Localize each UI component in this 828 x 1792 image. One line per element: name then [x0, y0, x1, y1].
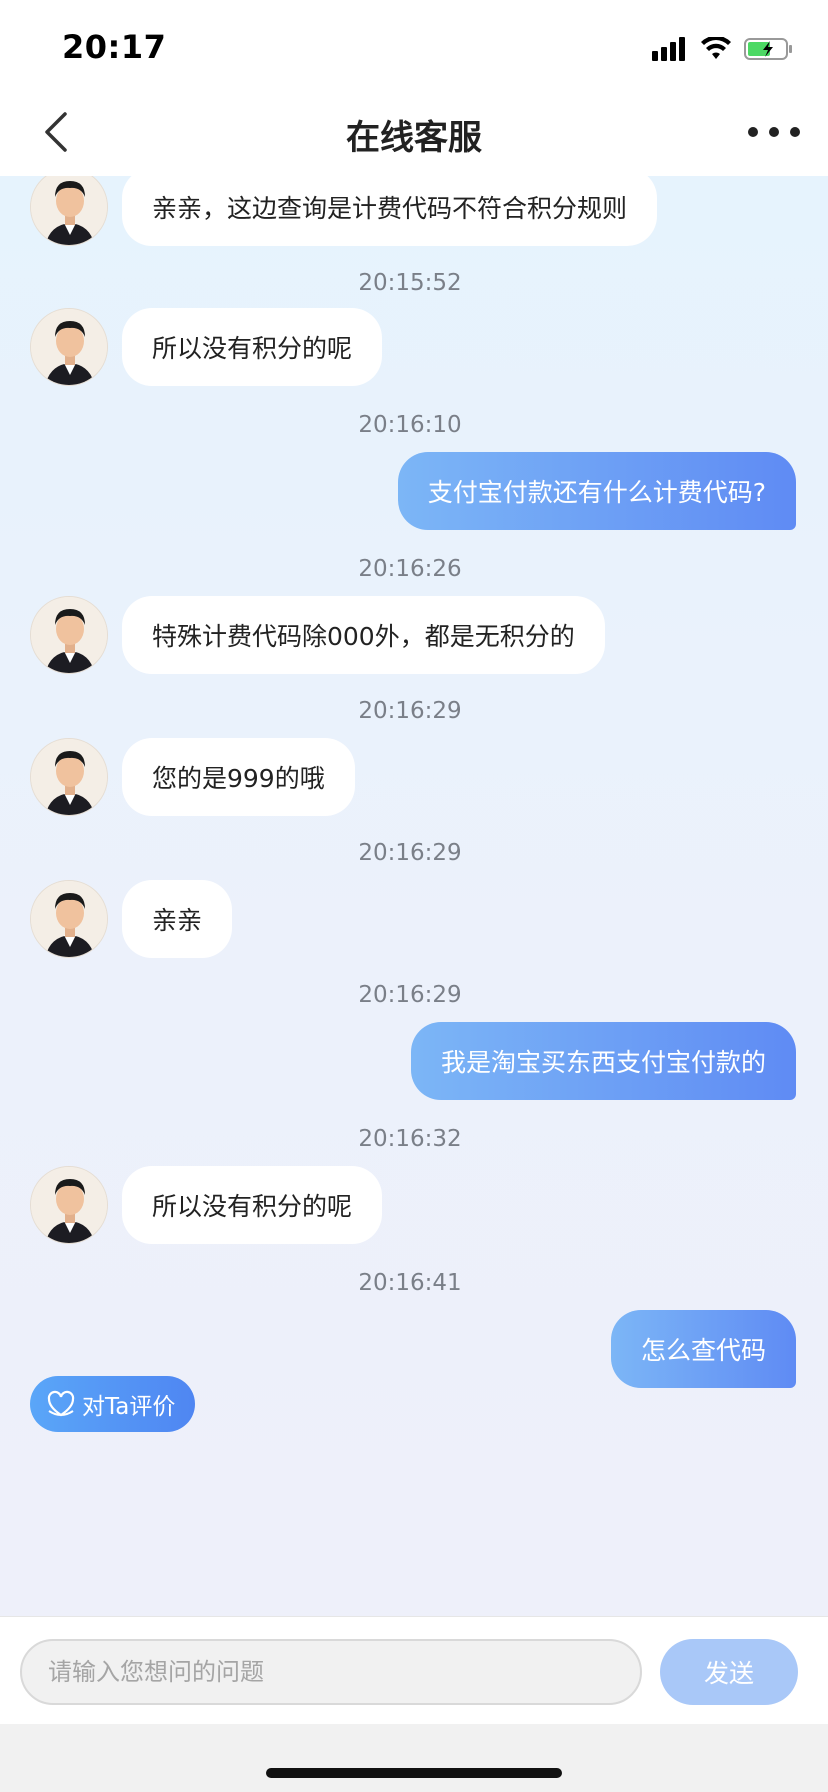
agent-message-bubble[interactable]: 亲亲: [122, 880, 233, 958]
message-timestamp: 20:16:32: [358, 1126, 462, 1152]
more-dot: [790, 127, 800, 137]
signal-icon: [652, 37, 685, 61]
send-button[interactable]: 发送: [660, 1639, 798, 1705]
message-timestamp: 20:16:41: [358, 1270, 462, 1296]
user-message-bubble[interactable]: 怎么查代码: [610, 1310, 796, 1388]
more-dot: [769, 127, 779, 137]
status-time: 20:17: [62, 28, 167, 66]
status-bar: 20:17: [0, 0, 828, 88]
agent-avatar[interactable]: [30, 596, 108, 674]
input-bar: 发送: [0, 1616, 828, 1724]
agent-avatar[interactable]: [30, 176, 108, 246]
message-input[interactable]: [20, 1639, 642, 1705]
status-icons: [652, 34, 794, 64]
rate-agent-label: 对Ta评价: [82, 1394, 176, 1420]
agent-avatar[interactable]: [30, 738, 108, 816]
agent-message-bubble[interactable]: 所以没有积分的呢: [122, 1166, 383, 1244]
message-timestamp: 20:16:29: [358, 840, 462, 866]
more-dots-icon: [748, 127, 758, 137]
user-message-bubble[interactable]: 我是淘宝买东西支付宝付款的: [410, 1022, 796, 1100]
heart-shield-icon: [47, 1390, 75, 1417]
battery-charging-icon: [744, 38, 792, 60]
message-timestamp: 20:16:10: [358, 412, 462, 438]
home-indicator[interactable]: [266, 1768, 562, 1778]
user-message-bubble[interactable]: 支付宝付款还有什么计费代码?: [397, 452, 796, 530]
message-timestamp: 20:16:29: [358, 982, 462, 1008]
more-button[interactable]: [748, 116, 800, 148]
agent-message-bubble[interactable]: 所以没有积分的呢: [122, 308, 383, 386]
message-timestamp: 20:15:52: [358, 270, 462, 296]
agent-avatar[interactable]: [30, 308, 108, 386]
page-title: 在线客服: [346, 118, 482, 158]
agent-avatar[interactable]: [30, 880, 108, 958]
agent-message-bubble[interactable]: 特殊计费代码除000外，都是无积分的: [122, 596, 605, 674]
agent-message-bubble[interactable]: 亲亲，这边查询是计费代码不符合积分规则: [122, 176, 658, 246]
home-area: [0, 1724, 828, 1792]
agent-avatar[interactable]: [30, 1166, 108, 1244]
nav-bar: 在线客服: [0, 88, 828, 176]
wifi-icon: [701, 37, 731, 59]
agent-message-bubble[interactable]: 您的是999的哦: [122, 738, 355, 816]
rate-agent-button[interactable]: 对Ta评价: [30, 1376, 196, 1432]
message-timestamp: 20:16:29: [358, 698, 462, 724]
message-timestamp: 20:16:26: [358, 556, 462, 582]
